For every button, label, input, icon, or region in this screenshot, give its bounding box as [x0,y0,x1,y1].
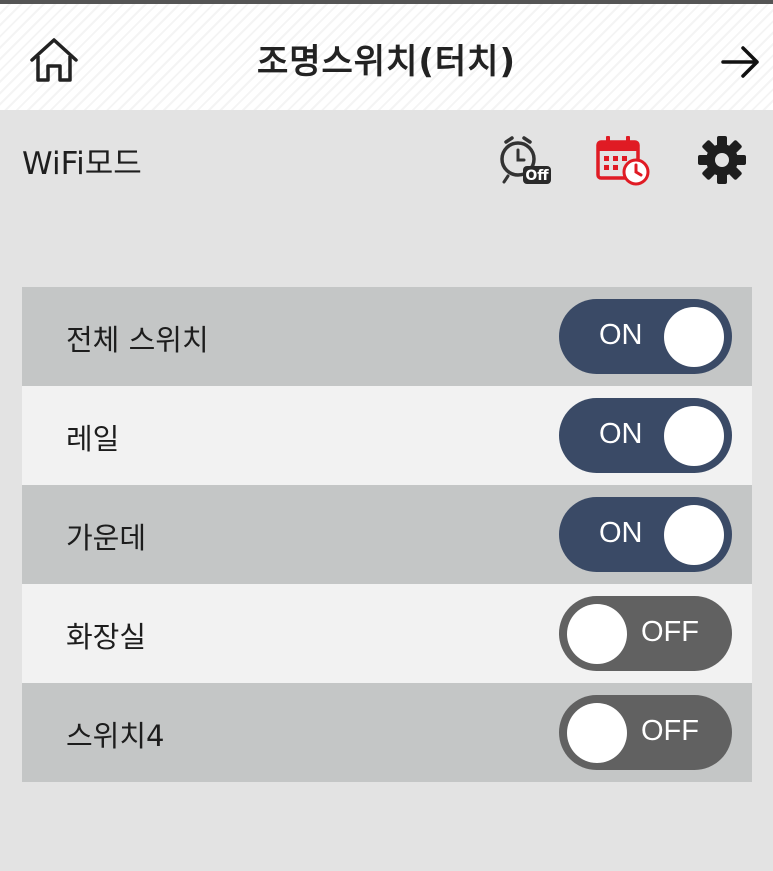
app-header: 조명스위치(터치) [0,0,773,110]
toggle-knob [664,406,724,466]
switch-toggle-bathroom[interactable]: OFF [559,596,732,671]
switch-row-switch4: 스위치4 OFF [22,683,752,782]
toggle-state: ON [599,418,643,450]
switch-label: 가운데 [66,521,147,555]
switch-row-center: 가운데 ON [22,485,752,584]
arrow-right-icon [721,46,759,78]
alarm-clock-off-icon: Off [500,136,551,184]
switch-row-all: 전체 스위치 ON [22,287,752,386]
switch-toggle-switch4[interactable]: OFF [559,695,732,770]
next-button[interactable] [719,42,763,82]
toggle-knob [664,505,724,565]
switch-toggle-rail[interactable]: ON [559,398,732,473]
calendar-clock-icon [596,136,650,186]
settings-button[interactable] [694,132,750,188]
toggle-state: ON [599,517,643,549]
switch-label: 화장실 [66,620,147,654]
toggle-knob [664,307,724,367]
schedule-button[interactable] [594,132,650,188]
toggle-knob [567,604,627,664]
toggle-state: ON [599,319,643,351]
gear-icon [698,136,746,184]
toggle-state: OFF [641,616,699,648]
switch-list: 전체 스위치 ON 레일 ON 가운데 ON 화장실 OFF 스위치4 OFF [22,287,752,782]
switch-label: 전체 스위치 [66,323,209,357]
switch-row-bathroom: 화장실 OFF [22,584,752,683]
switch-toggle-all[interactable]: ON [559,299,732,374]
toggle-knob [567,703,627,763]
toggle-state: OFF [641,715,699,747]
mode-bar: WiFi모드 Off [0,110,773,210]
mode-label: WiFi모드 [22,146,142,182]
switch-toggle-center[interactable]: ON [559,497,732,572]
timer-off-button[interactable]: Off [496,132,552,188]
switch-row-rail: 레일 ON [22,386,752,485]
page-title: 조명스위치(터치) [256,42,517,82]
switch-label: 스위치4 [66,719,165,753]
timer-off-badge: Off [525,168,549,184]
switch-label: 레일 [66,422,120,456]
